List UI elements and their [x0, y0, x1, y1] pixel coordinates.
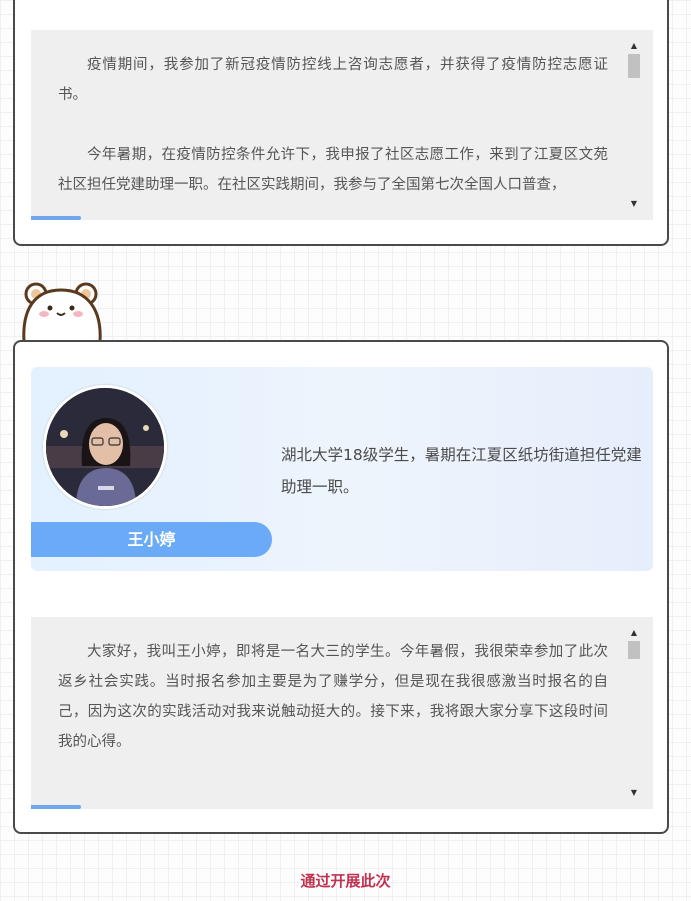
scroll-thumb[interactable] — [628, 54, 640, 78]
profile-card: 王小婷 湖北大学18级学生，暑期在江夏区纸坊街道担任党建助理一职。 大家好，我叫… — [13, 340, 669, 834]
text-content: 大家好，我叫王小婷，即将是一名大三的学生。今年暑假，我很荣幸参加了此次返乡社会实… — [58, 637, 608, 795]
profile-header: 王小婷 湖北大学18级学生，暑期在江夏区纸坊街道担任党建助理一职。 — [31, 367, 653, 571]
bear-mascot-icon — [20, 280, 104, 344]
scrollable-text-box[interactable]: 大家好，我叫王小婷，即将是一名大三的学生。今年暑假，我很荣幸参加了此次返乡社会实… — [31, 617, 653, 809]
scroll-up-arrow-icon[interactable]: ▲ — [627, 627, 641, 639]
profile-bio: 湖北大学18级学生，暑期在江夏区纸坊街道担任党建助理一职。 — [281, 446, 642, 496]
experience-card: 疫情期间，我参加了新冠疫情防控线上咨询志愿者，并获得了疫情防控志愿证书。 今年暑… — [13, 0, 669, 246]
scroll-down-arrow-icon[interactable]: ▼ — [627, 787, 641, 799]
scroll-progress-indicator — [31, 216, 81, 220]
section-heading: 通过开展此次 — [300, 872, 391, 890]
paragraph: 今年暑期，在疫情防控条件允许下，我申报了社区志愿工作，来到了江夏区文苑社区担任党… — [58, 147, 608, 193]
scroll-down-arrow-icon[interactable]: ▼ — [627, 198, 641, 210]
avatar — [43, 385, 167, 509]
scroll-up-arrow-icon[interactable]: ▲ — [627, 40, 641, 52]
vertical-scrollbar[interactable]: ▲ ▼ — [627, 40, 641, 210]
text-content: 疫情期间，我参加了新冠疫情防控线上咨询志愿者，并获得了疫情防控志愿证书。 今年暑… — [58, 50, 608, 208]
vertical-scrollbar[interactable]: ▲ ▼ — [627, 627, 641, 799]
scrollable-text-box[interactable]: 疫情期间，我参加了新冠疫情防控线上咨询志愿者，并获得了疫情防控志愿证书。 今年暑… — [31, 30, 653, 220]
paragraph: 大家好，我叫王小婷，即将是一名大三的学生。今年暑假，我很荣幸参加了此次返乡社会实… — [58, 644, 608, 750]
paragraph: 疫情期间，我参加了新冠疫情防控线上咨询志愿者，并获得了疫情防控志愿证书。 — [58, 57, 608, 103]
name-banner: 王小婷 — [31, 522, 272, 557]
scroll-progress-indicator — [31, 805, 81, 809]
scroll-thumb[interactable] — [628, 641, 640, 659]
